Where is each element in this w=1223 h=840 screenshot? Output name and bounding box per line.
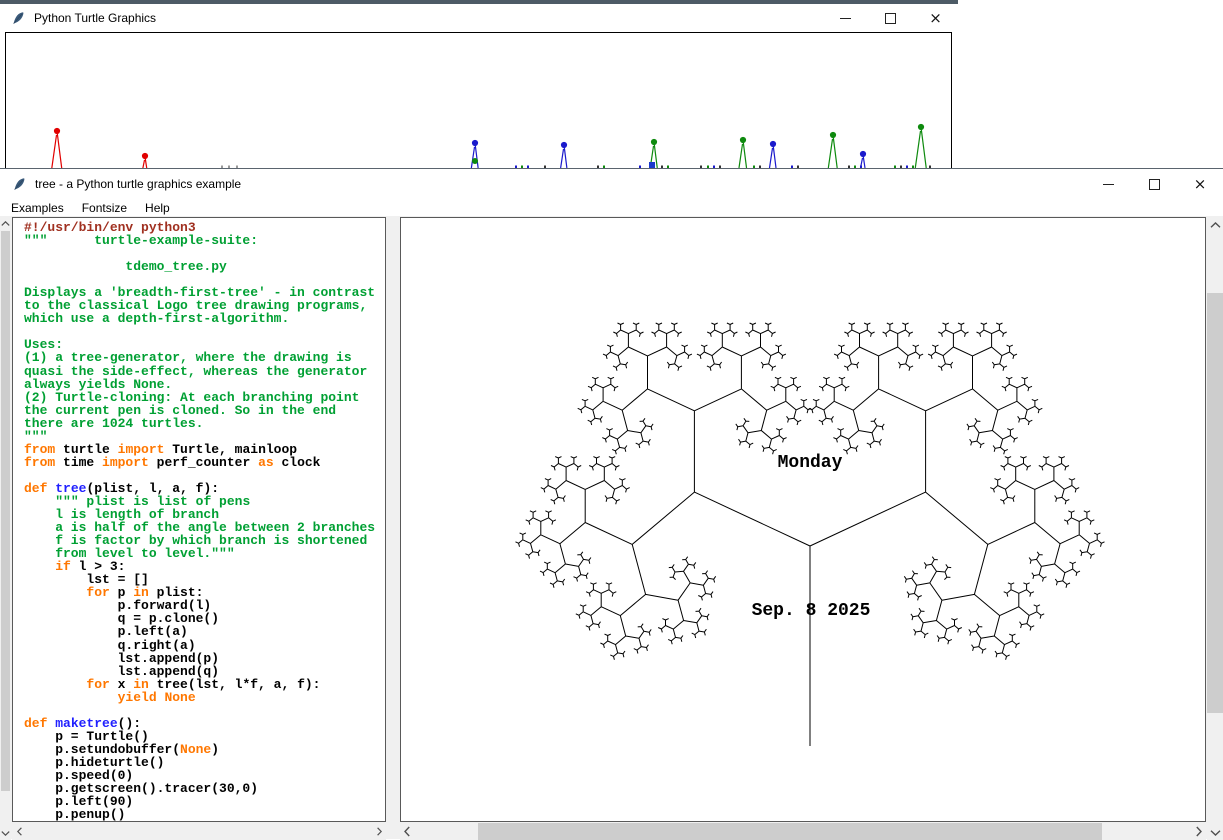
- fractal-tree-path: [516, 323, 1105, 746]
- canvas-horizontal-scrollbar[interactable]: [400, 823, 1206, 840]
- chevron-up-icon: [1210, 222, 1221, 228]
- turtle-sprout: [471, 140, 478, 168]
- turtle-canvas[interactable]: Monday Sep. 8 2025: [400, 217, 1206, 822]
- code-text: #!/usr/bin/env python3""" turtle-example…: [13, 218, 385, 822]
- minimize-button[interactable]: [1085, 169, 1131, 199]
- maximize-icon: [885, 13, 896, 24]
- bg-titlebar[interactable]: Python Turtle Graphics ×: [0, 4, 958, 32]
- maximize-icon: [1149, 179, 1160, 190]
- screen: { "background_window": { "title": "Pytho…: [0, 0, 1223, 839]
- close-button[interactable]: ×: [1177, 169, 1223, 199]
- code-line: p.forward(-210): [24, 821, 385, 822]
- scrollbar-thumb[interactable]: [1207, 293, 1223, 713]
- close-icon: ×: [929, 11, 942, 26]
- scroll-left-button[interactable]: [12, 823, 26, 840]
- canvas-text-weekday: Monday: [778, 453, 843, 473]
- scrollbar-thumb[interactable]: [1, 231, 10, 791]
- code-horizontal-scrollbar[interactable]: [12, 823, 386, 840]
- fractal-tree-drawing: Monday Sep. 8 2025: [401, 218, 1205, 821]
- scroll-up-button[interactable]: [0, 217, 11, 230]
- source-code-pane[interactable]: #!/usr/bin/env python3""" turtle-example…: [12, 217, 386, 822]
- minimize-icon: [840, 18, 851, 19]
- bg-maximize-button[interactable]: [868, 4, 913, 32]
- turtle-sprout: [860, 151, 866, 168]
- bg-close-button[interactable]: ×: [913, 4, 958, 32]
- code-line: tdemo_tree.py: [24, 260, 385, 273]
- code-line: yield None: [24, 691, 385, 704]
- tree-demo-window: tree - a Python turtle graphics example …: [0, 168, 1223, 839]
- chevron-down-icon: [1210, 830, 1221, 836]
- code-vertical-scrollbar[interactable]: [0, 217, 11, 840]
- close-icon: ×: [1194, 177, 1207, 192]
- menu-examples[interactable]: Examples: [2, 200, 73, 216]
- tk-feather-icon: [12, 177, 26, 191]
- window-title: tree - a Python turtle graphics example: [35, 177, 241, 191]
- tk-feather-icon: [11, 11, 25, 25]
- code-line: """ turtle-example-suite:: [24, 234, 385, 247]
- canvas-vertical-scrollbar[interactable]: [1207, 217, 1223, 840]
- menubar: Examples Fontsize Help: [0, 199, 1223, 216]
- turtle-sprout: [915, 124, 926, 168]
- titlebar[interactable]: tree - a Python turtle graphics example …: [0, 169, 1223, 199]
- chevron-right-icon: [377, 827, 382, 836]
- chevron-left-icon: [404, 826, 410, 837]
- scroll-down-button[interactable]: [0, 827, 11, 840]
- chevron-up-icon: [1, 221, 10, 226]
- turtle-sprout: [561, 142, 567, 168]
- turtle-sprout: [828, 132, 837, 168]
- code-line: which use a depth-first-algorithm.: [24, 312, 385, 325]
- maximize-button[interactable]: [1131, 169, 1177, 199]
- canvas-text-date: Sep. 8 2025: [752, 601, 871, 621]
- scroll-up-button[interactable]: [1207, 217, 1223, 232]
- scroll-right-button[interactable]: [1192, 823, 1206, 840]
- chevron-down-icon: [1, 831, 10, 836]
- turtle-sprout: [739, 137, 747, 168]
- code-line: [24, 325, 385, 338]
- scrollbar-thumb[interactable]: [478, 823, 1102, 840]
- code-line: from time import perf_counter as clock: [24, 456, 385, 469]
- window-content: #!/usr/bin/env python3""" turtle-example…: [0, 217, 1223, 839]
- bg-minimize-button[interactable]: [823, 4, 868, 32]
- chevron-left-icon: [17, 827, 22, 836]
- menu-help[interactable]: Help: [136, 200, 179, 216]
- bg-window-controls: ×: [823, 4, 958, 32]
- scroll-down-button[interactable]: [1207, 825, 1223, 840]
- minimize-icon: [1103, 184, 1114, 185]
- code-line: there are 1024 turtles.: [24, 417, 385, 430]
- bg-window-title: Python Turtle Graphics: [34, 11, 156, 25]
- turtle-sprout: [769, 141, 776, 168]
- chevron-right-icon: [1196, 826, 1202, 837]
- menu-fontsize[interactable]: Fontsize: [73, 200, 136, 216]
- scroll-right-button[interactable]: [372, 823, 386, 840]
- window-controls: ×: [1085, 169, 1223, 199]
- turtle-sprout: [649, 139, 657, 168]
- turtle-sprout: [52, 128, 62, 170]
- scroll-left-button[interactable]: [400, 823, 414, 840]
